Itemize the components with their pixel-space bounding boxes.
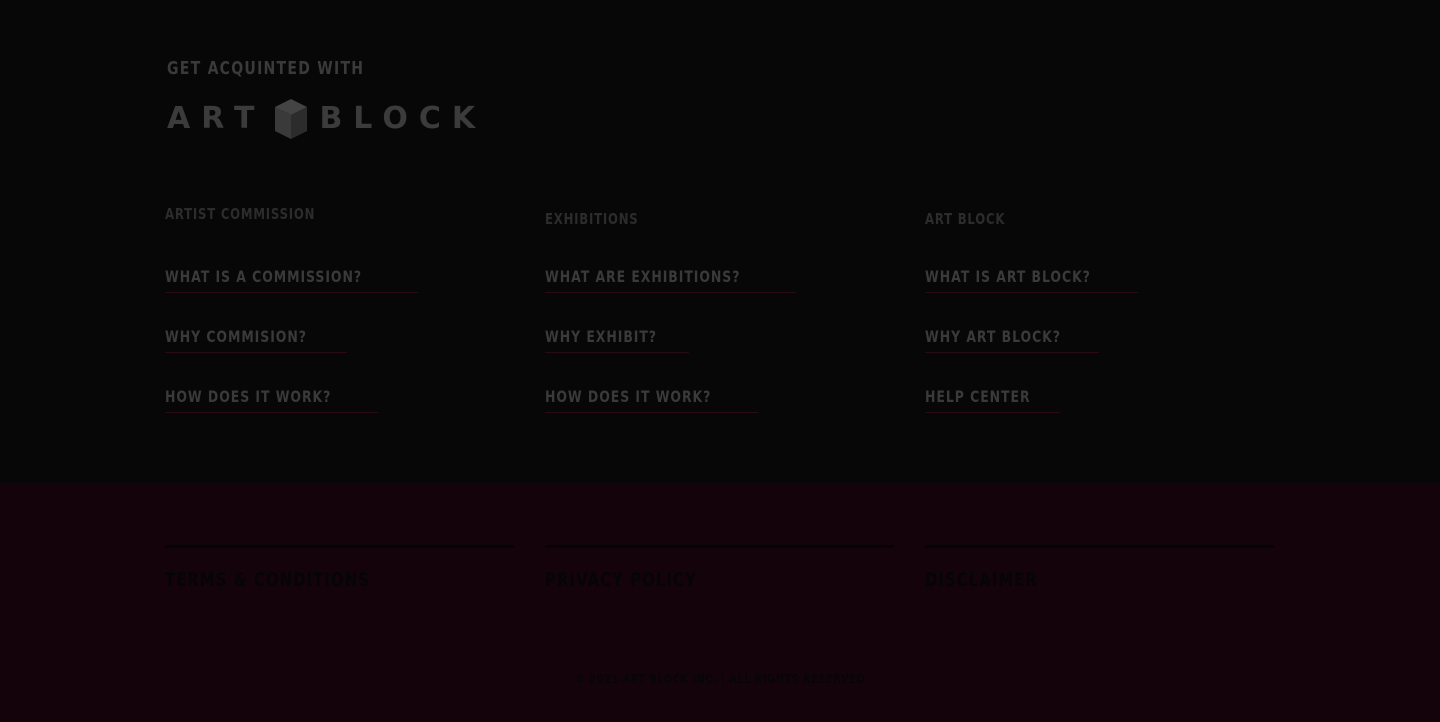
link-why-commision[interactable]: WHY COMMISION? [165,327,347,353]
link-help-center[interactable]: HELP CENTER [925,387,1061,413]
divider [545,545,894,548]
copyright-notice: © 2021 ART BLOCK INC. | ALL RIGHTS RESER… [575,672,865,686]
footer-column-exhibitions: EXHIBITIONS WHAT ARE EXHIBITIONS? WHY EX… [545,205,905,425]
terms-and-conditions-link[interactable]: TERMS & CONDITIONS [165,569,437,591]
footer-top-section: GET ACQUINTED WITH ART BLOCK ARTIST COMM… [0,0,1440,483]
footer-column-art-block: ART BLOCK WHAT IS ART BLOCK? WHY ART BLO… [925,205,1285,425]
link-why-exhibit[interactable]: WHY EXHIBIT? [545,327,689,353]
divider [925,545,1274,548]
footer-column-commission: ARTIST COMMISSION WHAT IS A COMMISSION? … [165,205,525,425]
cube-icon [275,99,308,139]
legal-privacy: PRIVACY POLICY [545,545,894,591]
art-block-logo[interactable]: ART BLOCK [167,95,486,143]
column-title: ARTIST COMMISSION [165,205,316,223]
column-title: EXHIBITIONS [545,210,639,228]
link-why-art-block[interactable]: WHY ART BLOCK? [925,327,1100,353]
link-what-is-art-block[interactable]: WHAT IS ART BLOCK? [925,267,1138,293]
column-title: ART BLOCK [925,210,1006,228]
footer-bottom-section: TERMS & CONDITIONS PRIVACY POLICY DISCLA… [0,483,1440,722]
divider [165,545,514,548]
legal-terms: TERMS & CONDITIONS [165,545,514,591]
legal-disclaimer: DISCLAIMER [925,545,1274,591]
logo-word-block: BLOCK [319,101,487,136]
link-what-is-a-commission[interactable]: WHAT IS A COMMISSION? [165,267,418,293]
privacy-policy-link[interactable]: PRIVACY POLICY [545,569,817,591]
logo-word-art: ART [167,101,266,136]
link-how-does-it-work[interactable]: HOW DOES IT WORK? [165,387,379,413]
disclaimer-link[interactable]: DISCLAIMER [925,569,1197,591]
link-how-does-it-work[interactable]: HOW DOES IT WORK? [545,387,759,413]
link-what-are-exhibitions[interactable]: WHAT ARE EXHIBITIONS? [545,267,796,293]
intro-heading: GET ACQUINTED WITH [167,58,365,79]
